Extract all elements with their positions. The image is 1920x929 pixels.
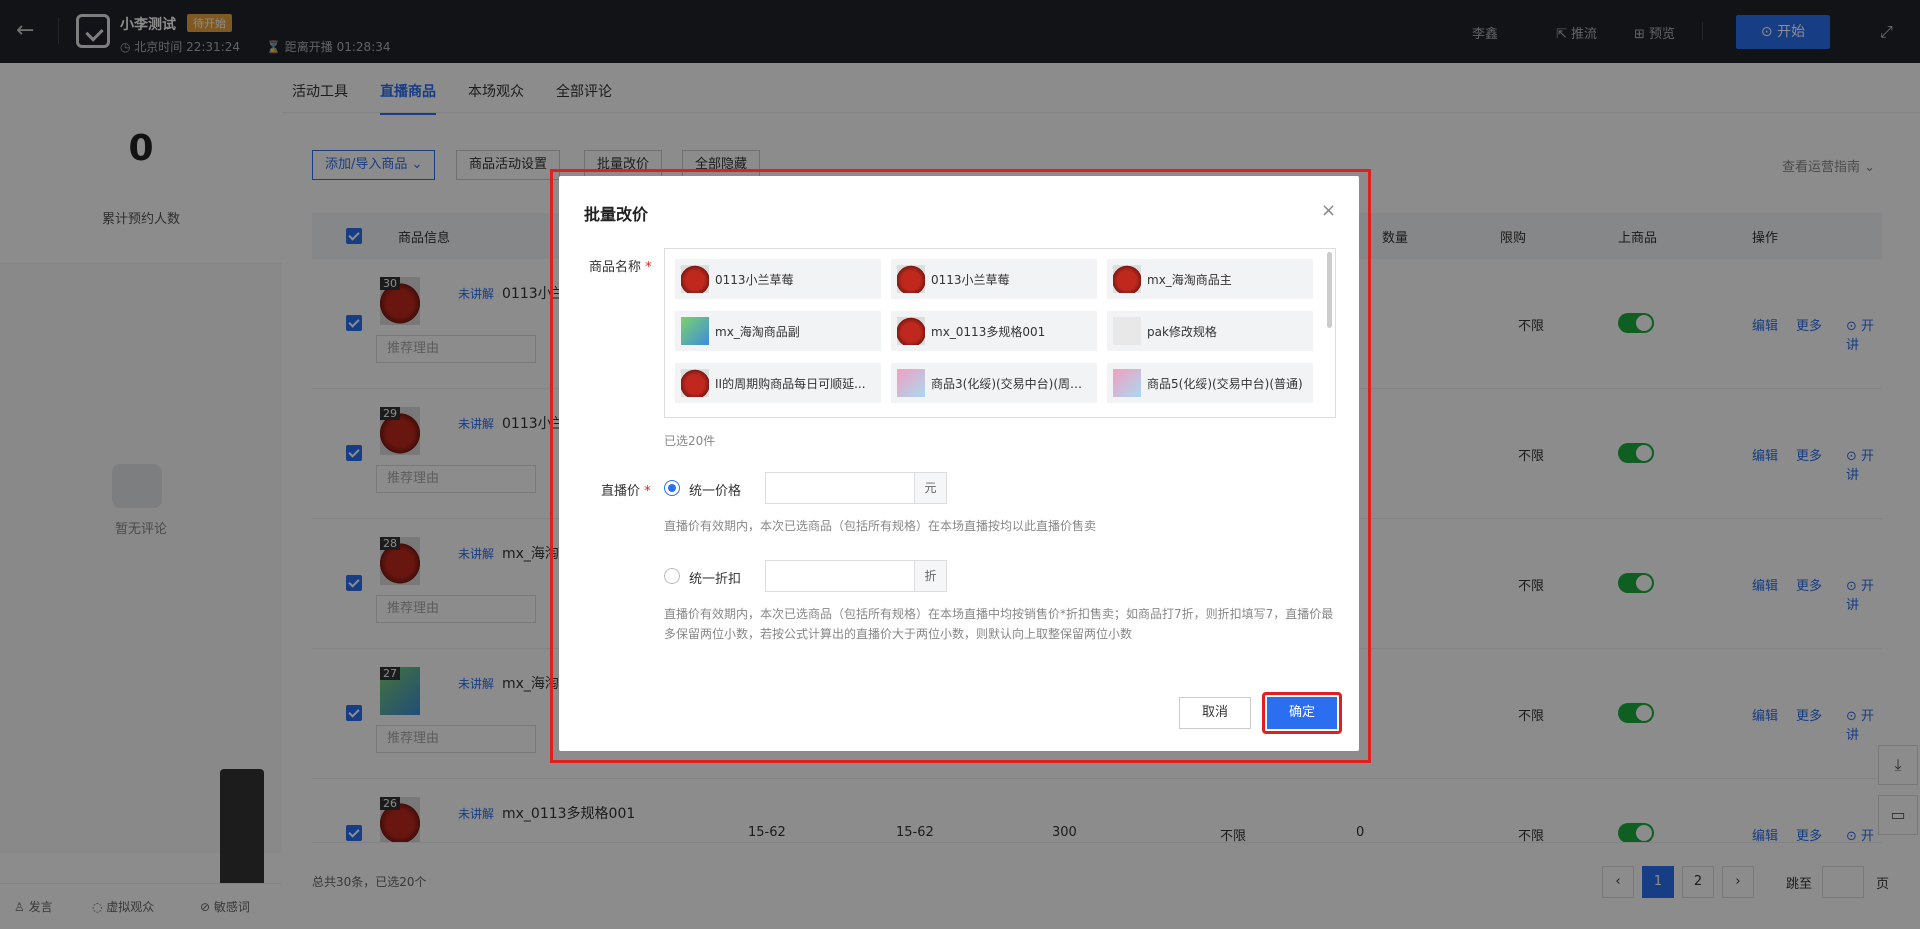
product-name-label: 商品名称 * — [589, 256, 652, 275]
required-mark: * — [644, 484, 651, 499]
product-thumbnail — [1113, 369, 1141, 397]
product-thumbnail — [681, 369, 709, 397]
chip-label: 0113小兰草莓 — [931, 273, 1010, 287]
product-thumbnail — [897, 369, 925, 397]
product-chip: II的周期购商品每日可顺延... — [675, 363, 881, 403]
discount-hint: 直播价有效期内，本次已选商品（包括所有规格）在本场直播中均按销售价*折扣售卖；如… — [664, 607, 1334, 641]
confirm-button[interactable]: 确定 — [1267, 697, 1337, 729]
product-thumbnail — [897, 265, 925, 293]
product-thumbnail — [1113, 317, 1141, 345]
chip-label: 商品3(化绥)(交易中台)(周期... — [931, 377, 1091, 391]
chip-label: mx_海淘商品副 — [715, 325, 800, 339]
chip-label: 0113小兰草莓 — [715, 273, 794, 287]
selected-products-box: 0113小兰草莓 0113小兰草莓 mx_海淘商品主 mx_海淘商品副 mx_0… — [664, 248, 1336, 418]
product-chip: pak修改规格 — [1107, 311, 1313, 351]
product-chip: mx_0113多规格001 — [891, 311, 1097, 351]
product-chip: mx_海淘商品主 — [1107, 259, 1313, 299]
selected-count: 已选20件 — [664, 434, 716, 448]
live-price-label: 直播价 * — [601, 480, 651, 499]
unified-price-label[interactable]: 统一价格 — [689, 480, 741, 499]
chip-label: mx_0113多规格001 — [931, 325, 1046, 339]
yuan-unit: 元 — [915, 472, 947, 504]
product-chip: 0113小兰草莓 — [675, 259, 881, 299]
product-chip: 商品3(化绥)(交易中台)(周期... — [891, 363, 1097, 403]
chip-label: 商品5(化绥)(交易中台)(普通) — [1147, 377, 1303, 391]
product-thumbnail — [897, 317, 925, 345]
product-chip: 商品5(化绥)(交易中台)(普通) — [1107, 363, 1313, 403]
discount-unit: 折 — [915, 560, 947, 592]
price-hint: 直播价有效期内，本次已选商品（包括所有规格）在本场直播按均以此直播价售卖 — [664, 519, 1097, 533]
product-chip: 0113小兰草莓 — [891, 259, 1097, 299]
product-chip: mx_海淘商品副 — [675, 311, 881, 351]
batch-price-dialog: 批量改价 × 商品名称 * 0113小兰草莓 0113小兰草莓 mx_海淘商品主… — [559, 176, 1359, 751]
chip-label: mx_海淘商品主 — [1147, 273, 1232, 287]
chip-label: pak修改规格 — [1147, 325, 1217, 339]
unified-price-radio[interactable] — [664, 480, 680, 496]
unified-price-input[interactable] — [765, 472, 915, 504]
close-icon[interactable]: × — [1321, 200, 1336, 221]
product-label-text: 商品名称 — [589, 260, 642, 275]
dialog-title: 批量改价 — [584, 205, 649, 224]
product-thumbnail — [681, 317, 709, 345]
live-price-label-text: 直播价 — [601, 484, 641, 499]
product-list-scrollbar[interactable] — [1327, 252, 1332, 328]
unified-discount-label[interactable]: 统一折扣 — [689, 568, 741, 587]
required-mark: * — [645, 260, 652, 275]
cancel-button[interactable]: 取消 — [1179, 697, 1251, 729]
unified-discount-input[interactable] — [765, 560, 915, 592]
chip-label: II的周期购商品每日可顺延... — [715, 377, 866, 391]
product-thumbnail — [681, 265, 709, 293]
unified-discount-radio[interactable] — [664, 568, 680, 584]
product-thumbnail — [1113, 265, 1141, 293]
